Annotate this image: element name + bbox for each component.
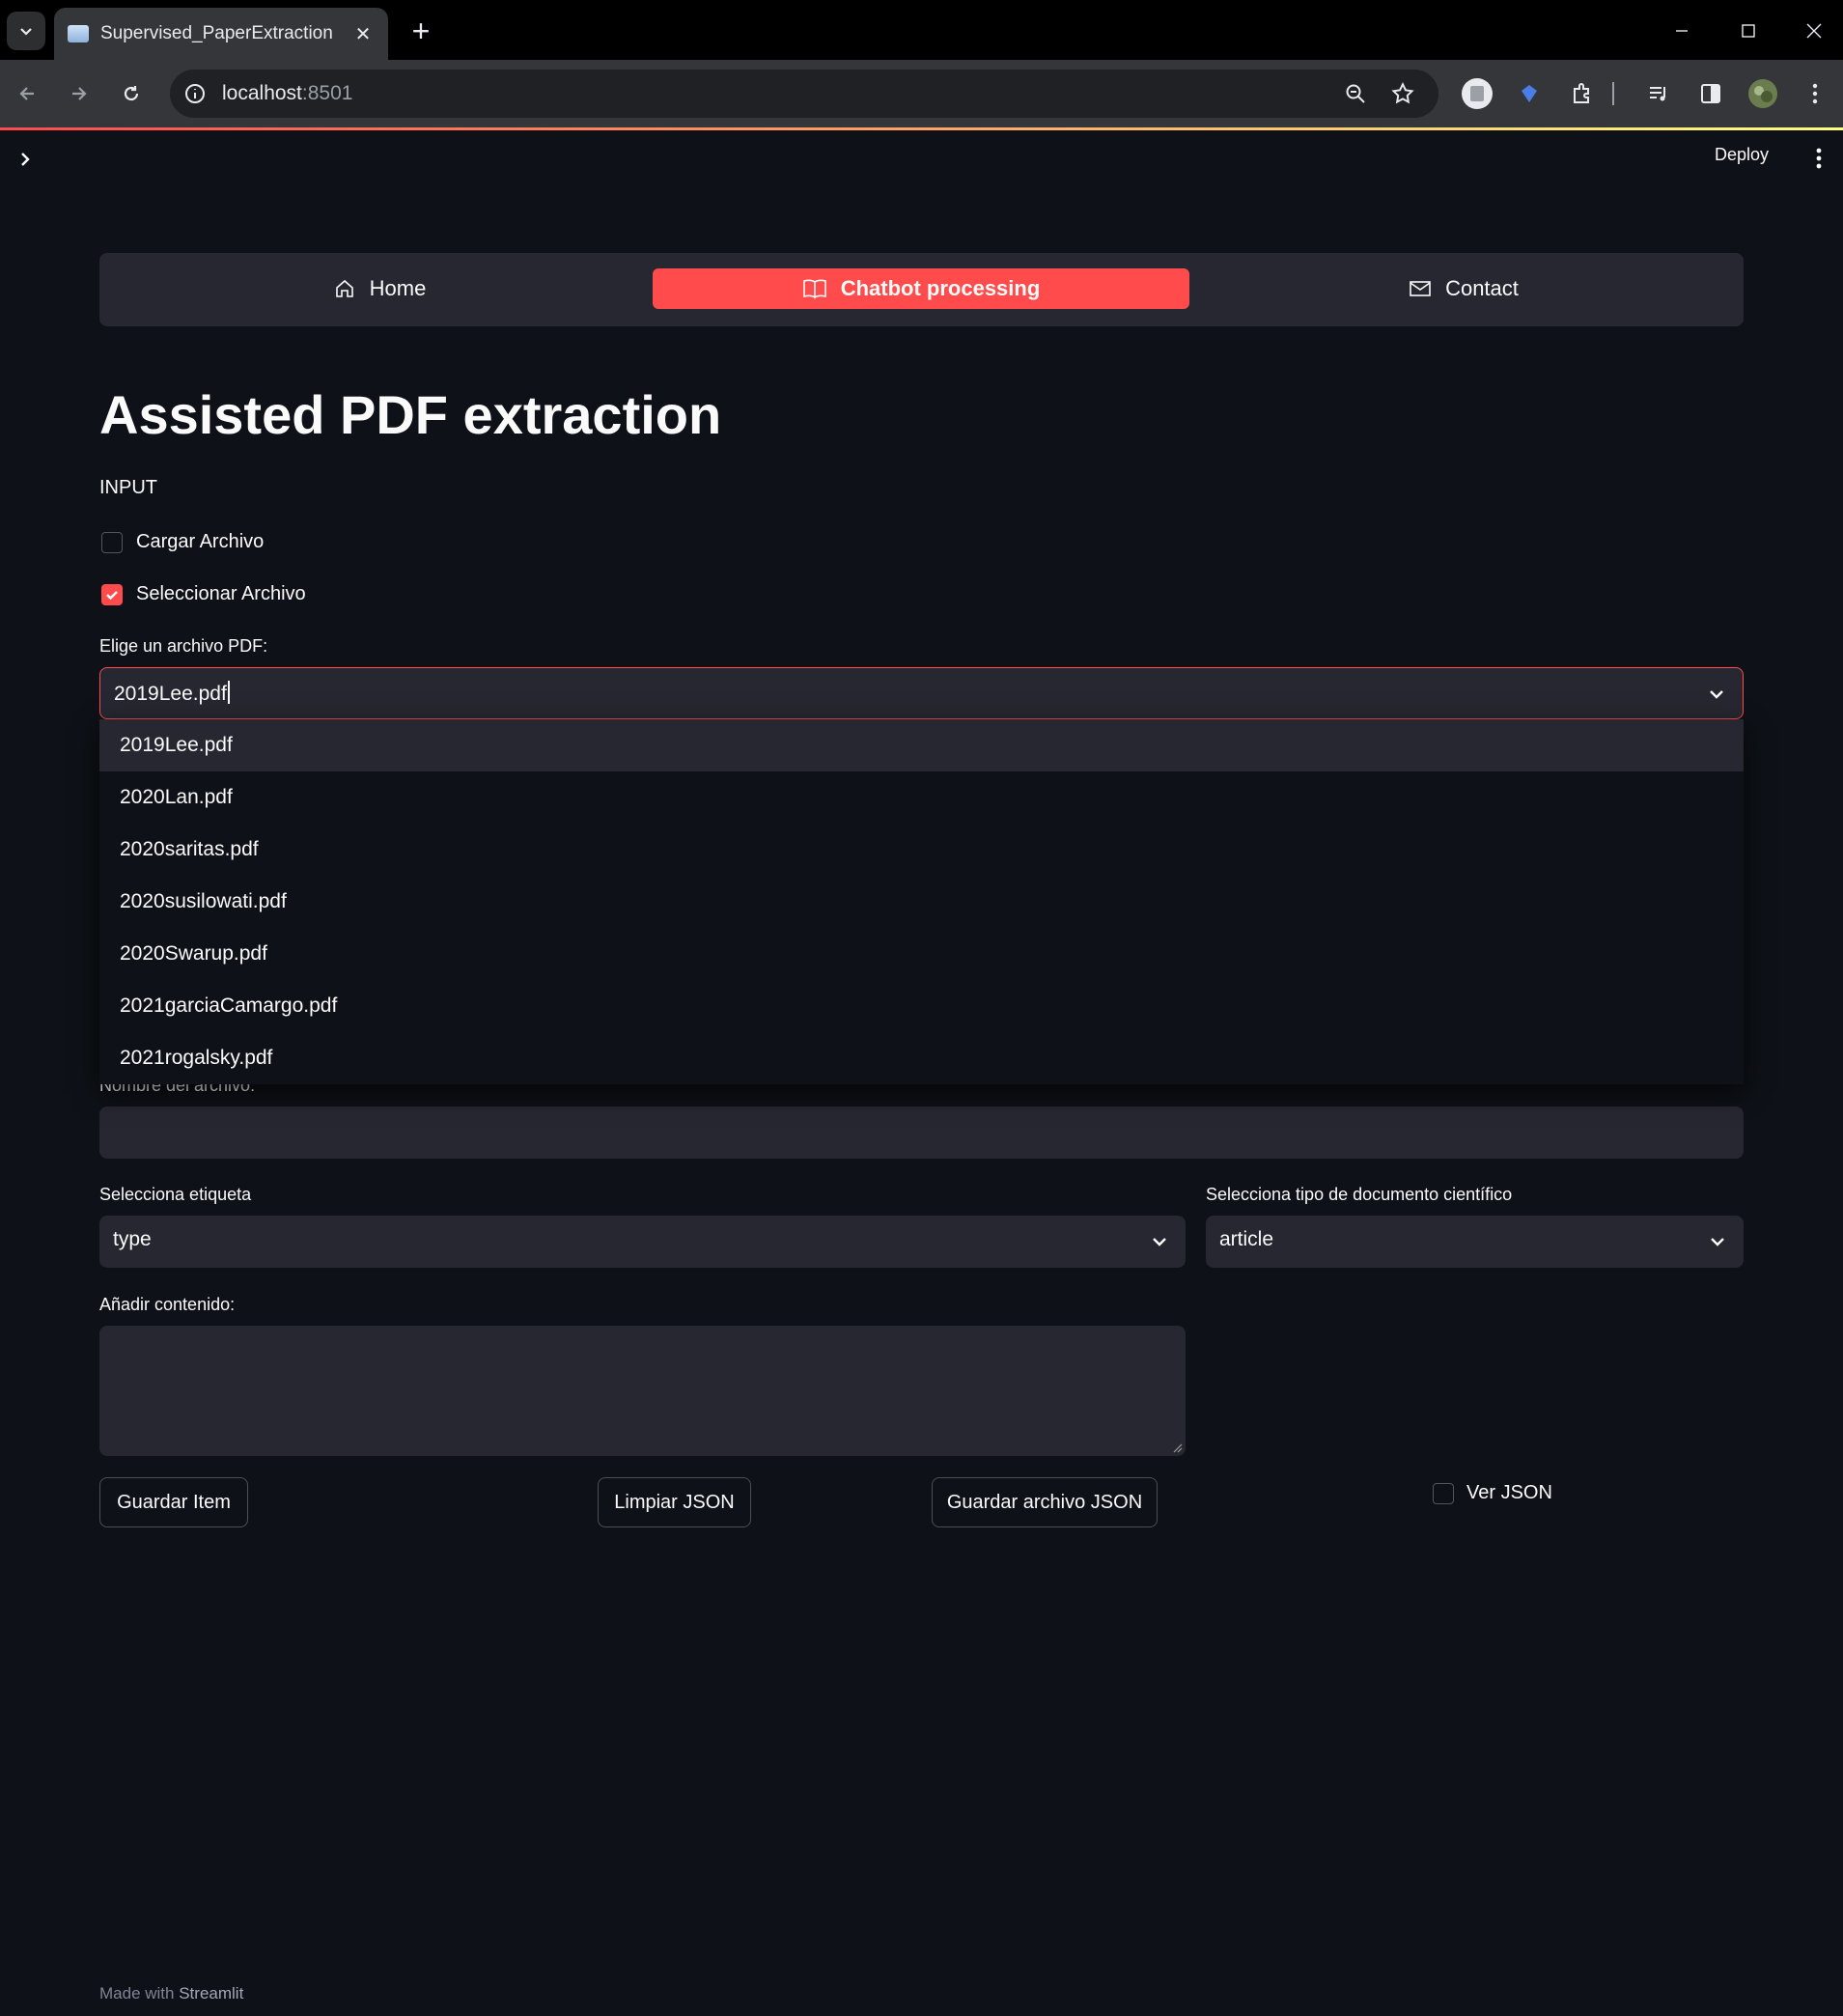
minimize-icon[interactable]: [1660, 12, 1704, 50]
address-bar[interactable]: localhost:8501: [170, 70, 1438, 118]
reader-mode-icon[interactable]: [1458, 74, 1496, 113]
clear-json-button[interactable]: Limpiar JSON: [598, 1477, 751, 1527]
nav-item-contact[interactable]: Contact: [1195, 268, 1732, 309]
footer-made-with: Made with: [99, 1984, 175, 2002]
save-json-file-button[interactable]: Guardar archivo JSON: [932, 1477, 1158, 1527]
content-textarea[interactable]: [99, 1326, 1186, 1456]
pdf-select-value: 2019Lee.pdf: [114, 681, 230, 706]
cargar-archivo-checkbox[interactable]: [101, 532, 123, 553]
profile-avatar-icon[interactable]: [1744, 74, 1782, 113]
streamlit-decoration-bar: [0, 127, 1843, 130]
dropdown-option[interactable]: 2020Lan.pdf: [99, 771, 1744, 824]
doctype-select-label: Selecciona tipo de documento científico: [1206, 1185, 1513, 1204]
ver-json-checkbox[interactable]: [1433, 1483, 1454, 1504]
save-item-button[interactable]: Guardar Item: [99, 1477, 248, 1527]
tag-select-value: type: [113, 1228, 152, 1250]
extensions-puzzle-icon[interactable]: [1563, 74, 1602, 113]
back-arrow-icon[interactable]: [8, 74, 46, 113]
book-favicon-icon: [68, 25, 89, 42]
nav-item-label: Chatbot processing: [840, 276, 1041, 300]
house-icon: [335, 279, 353, 297]
tab-search-button[interactable]: [7, 12, 45, 50]
doctype-select-value: article: [1219, 1228, 1274, 1250]
seleccionar-archivo-checkbox[interactable]: [101, 584, 123, 605]
reload-icon[interactable]: [112, 74, 151, 113]
nav-item-label: Contact: [1445, 276, 1519, 300]
site-info-icon[interactable]: [183, 82, 207, 105]
seleccionar-archivo-label: Seleccionar Archivo: [136, 583, 306, 604]
option-menu-navbar: Home Chatbot processing Contact: [99, 253, 1744, 326]
window-close-icon[interactable]: [1792, 12, 1836, 50]
book-icon: [802, 279, 826, 299]
dropdown-option[interactable]: 2021rogalsky.pdf: [99, 1032, 1744, 1084]
pdf-select[interactable]: 2019Lee.pdf: [99, 667, 1744, 719]
zoom-icon[interactable]: [1344, 82, 1367, 105]
tag-select[interactable]: type: [99, 1216, 1186, 1268]
extension-shield-icon[interactable]: [1510, 74, 1549, 113]
nav-item-chatbot-processing[interactable]: Chatbot processing: [653, 268, 1189, 309]
ver-json-label: Ver JSON: [1466, 1482, 1552, 1503]
content-label: Añadir contenido:: [99, 1295, 236, 1314]
browser-tab[interactable]: Supervised_PaperExtraction ✕: [54, 8, 388, 60]
chevron-down-icon[interactable]: [1149, 1231, 1170, 1252]
nav-item-label: Home: [369, 276, 427, 300]
cargar-archivo-label: Cargar Archivo: [136, 531, 265, 552]
tag-select-label: Selecciona etiqueta: [99, 1185, 252, 1204]
browser-menu-icon[interactable]: [1796, 74, 1834, 113]
media-control-icon[interactable]: [1639, 74, 1678, 113]
toolbar-divider: [1611, 74, 1615, 113]
chevron-down-icon[interactable]: [1706, 684, 1727, 705]
side-panel-icon[interactable]: [1691, 74, 1730, 113]
checkmark-icon: [106, 591, 118, 601]
url-text: localhost:8501: [222, 82, 353, 104]
sidebar-expand-chevron-icon[interactable]: [14, 145, 37, 174]
dropdown-option[interactable]: 2020susilowati.pdf: [99, 876, 1744, 928]
browser-toolbar: localhost:8501: [0, 60, 1843, 127]
tab-title: Supervised_PaperExtraction: [100, 23, 333, 43]
dropdown-option[interactable]: 2019Lee.pdf: [99, 719, 1744, 771]
forward-arrow-icon[interactable]: [60, 74, 98, 113]
footer-streamlit-link[interactable]: Streamlit: [179, 1984, 243, 2002]
doctype-select[interactable]: article: [1206, 1216, 1744, 1268]
deploy-button[interactable]: Deploy: [1715, 145, 1769, 165]
browser-titlebar: Supervised_PaperExtraction ✕ +: [0, 0, 1843, 60]
filename-input[interactable]: [99, 1106, 1744, 1159]
pdf-options-dropdown: 2019Lee.pdf 2020Lan.pdf 2020saritas.pdf …: [99, 719, 1744, 1084]
dropdown-option[interactable]: 2020saritas.pdf: [99, 824, 1744, 876]
maximize-icon[interactable]: [1726, 12, 1771, 50]
main-menu-icon[interactable]: [1809, 143, 1829, 174]
page-title: Assisted PDF extraction: [99, 384, 722, 445]
new-tab-icon[interactable]: +: [404, 14, 438, 48]
bookmark-star-icon[interactable]: [1390, 81, 1415, 106]
pdf-select-label: Elige un archivo PDF:: [99, 636, 268, 656]
close-tab-icon[interactable]: ✕: [351, 22, 375, 45]
dropdown-option[interactable]: 2021garciaCamargo.pdf: [99, 980, 1744, 1032]
nav-item-home[interactable]: Home: [111, 268, 648, 309]
resize-handle-icon[interactable]: [1171, 1442, 1183, 1453]
input-section-label: INPUT: [99, 477, 157, 498]
footer: Made with Streamlit: [99, 1984, 243, 2003]
envelope-icon: [1410, 281, 1431, 296]
dropdown-option[interactable]: 2020Swarup.pdf: [99, 928, 1744, 980]
chevron-down-icon[interactable]: [1707, 1231, 1728, 1252]
chevron-down-icon: [20, 28, 32, 36]
